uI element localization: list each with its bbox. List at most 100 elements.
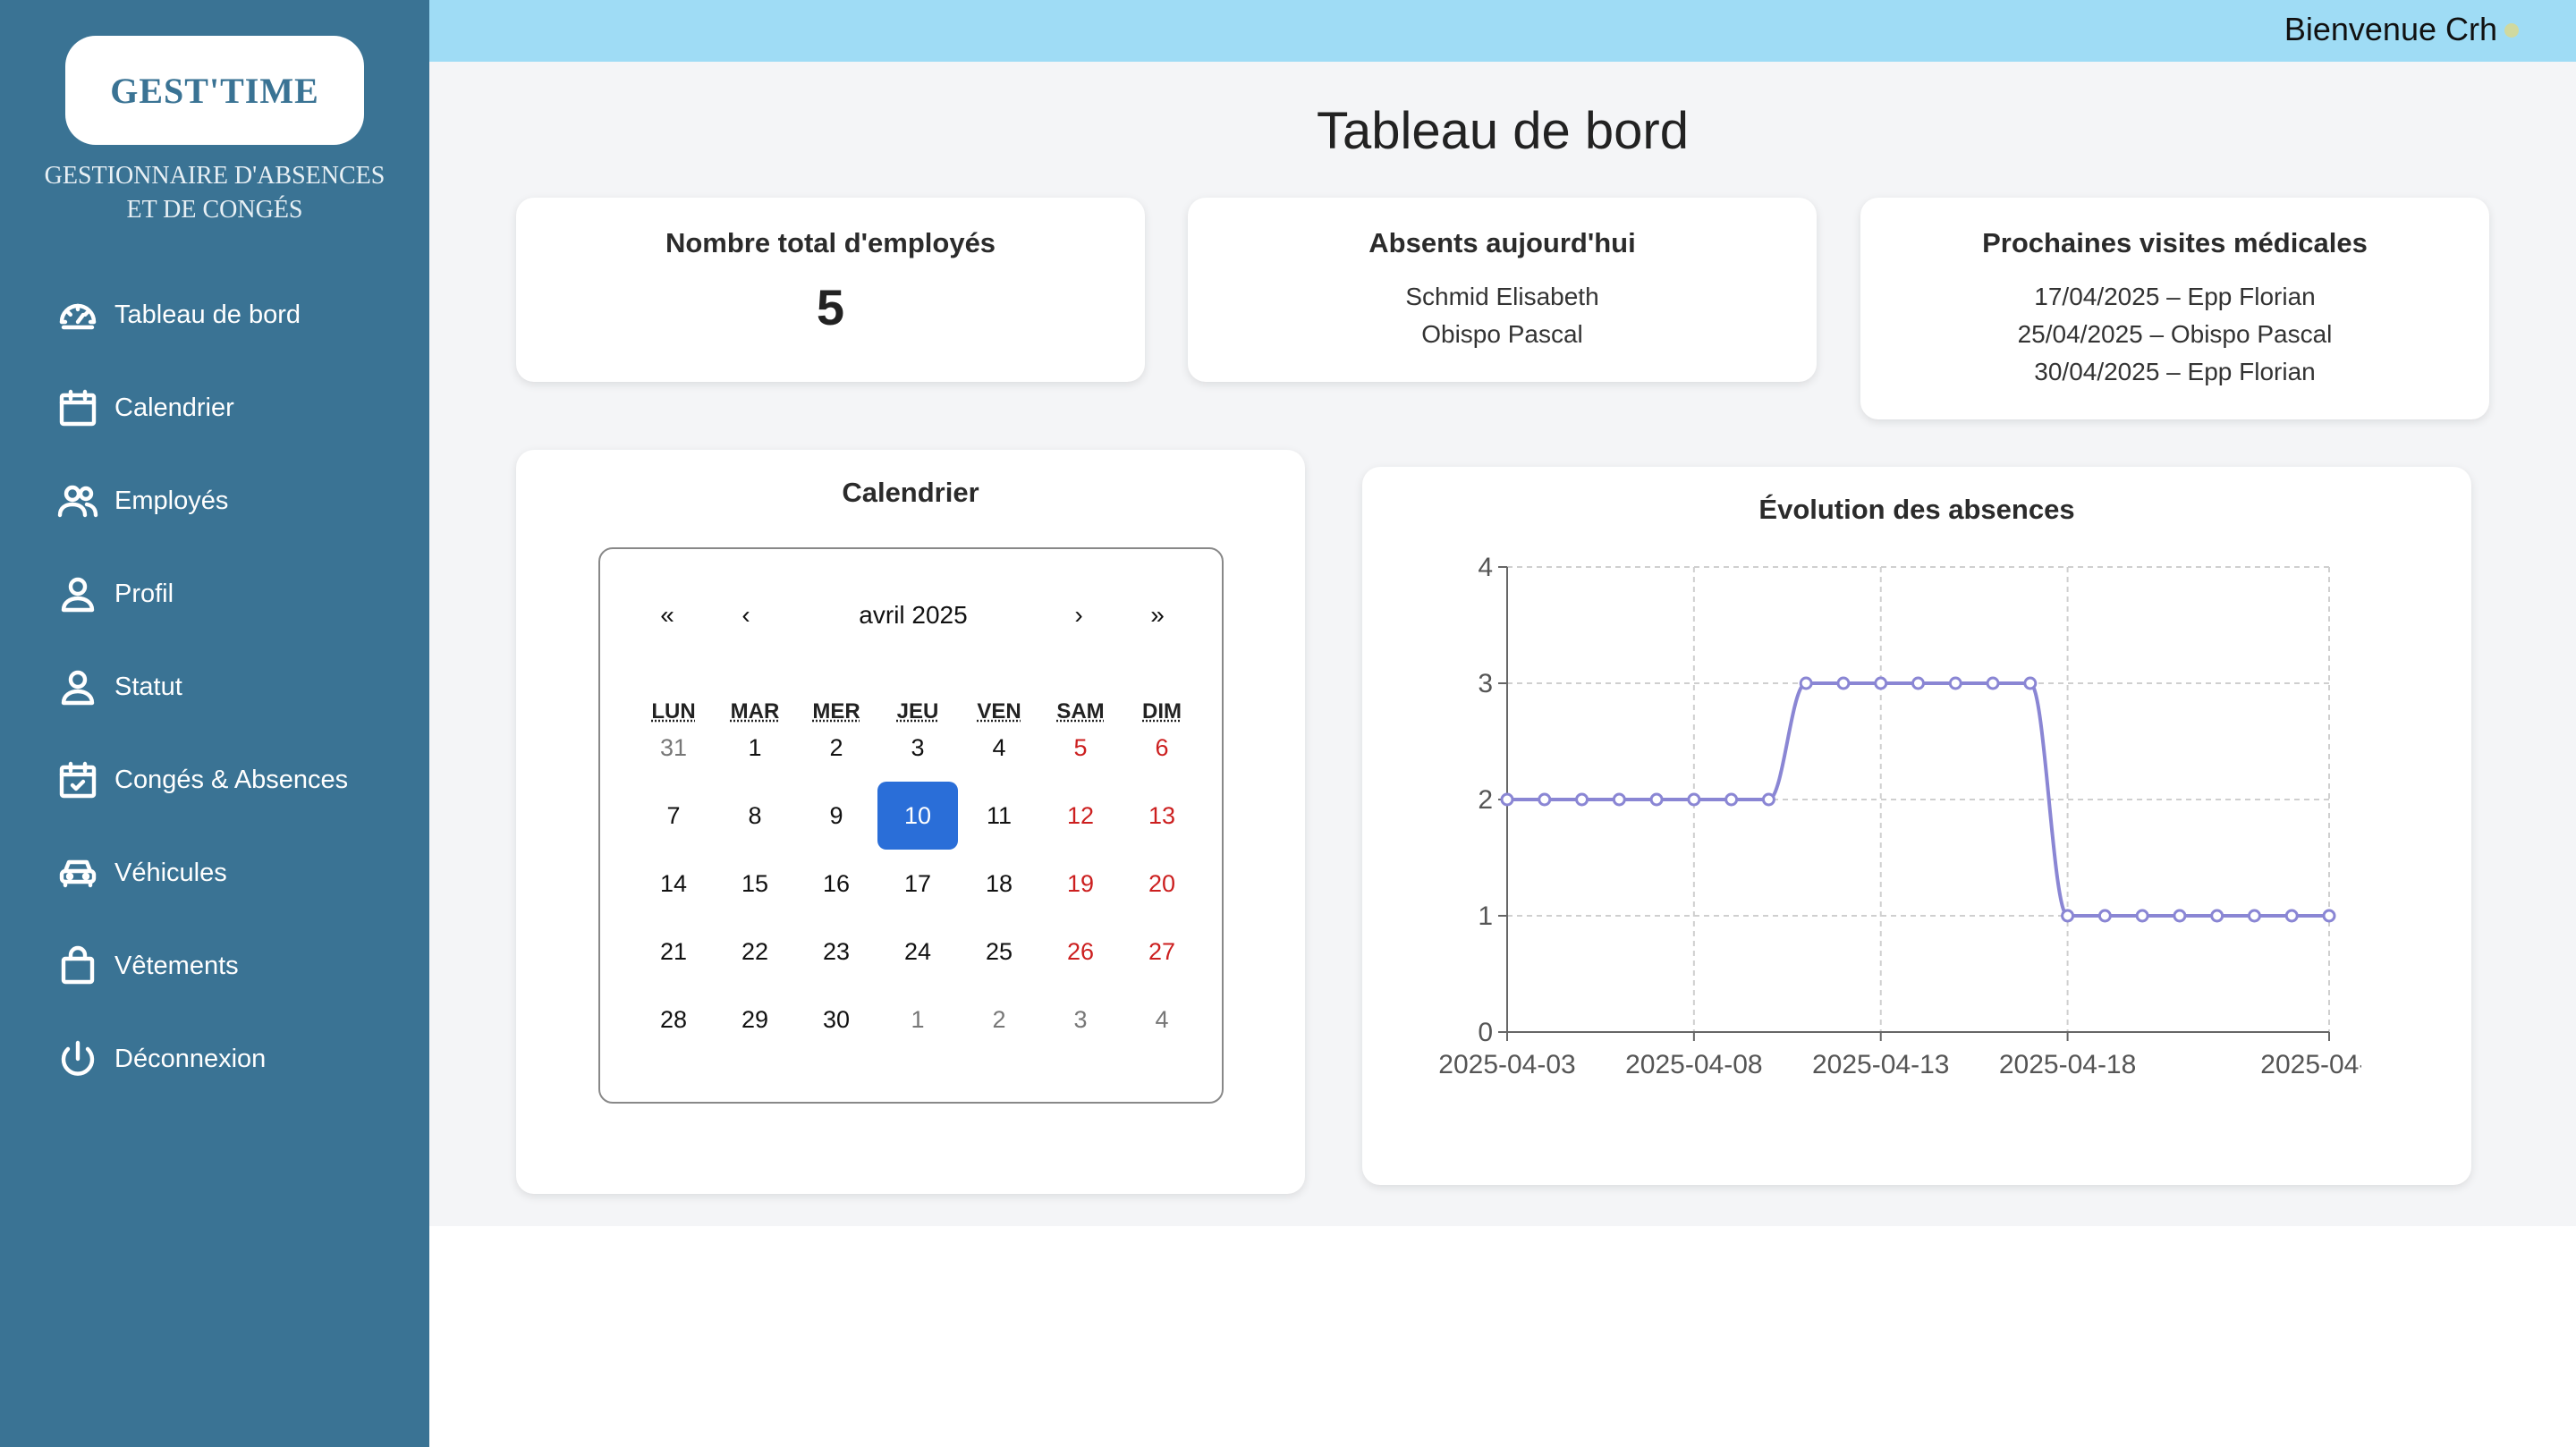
calendar-day[interactable]: 2: [796, 714, 877, 782]
calendar-day[interactable]: 9: [796, 782, 877, 850]
calendar-month-label[interactable]: avril 2025: [779, 601, 1047, 630]
users-icon: [55, 478, 100, 523]
calendar-day[interactable]: 8: [715, 782, 795, 850]
calendar-day[interactable]: 5: [1040, 714, 1121, 782]
calendar-day[interactable]: 22: [715, 918, 795, 986]
calendar-widget: « ‹ avril 2025 › » LUN MAR MER JEU VEN SAM DIM…: [598, 547, 1224, 1104]
user-icon: [55, 664, 100, 709]
calendar-day[interactable]: 16: [796, 850, 877, 918]
calendar-day[interactable]: 17: [877, 850, 958, 918]
calendar-day[interactable]: 30: [796, 986, 877, 1054]
calendar-day[interactable]: 1: [715, 714, 795, 782]
calendar-day[interactable]: 4: [1122, 986, 1202, 1054]
x-tick-label: 2025-04-08: [1625, 1050, 1762, 1079]
x-tick-label: 2025-04-25: [2260, 1050, 2361, 1079]
calendar-day[interactable]: 24: [877, 918, 958, 986]
y-tick-label: 0: [1478, 1018, 1493, 1047]
calendar-day[interactable]: 11: [959, 782, 1039, 850]
sidebar-item-leaves[interactable]: Congés & Absences: [0, 733, 429, 826]
page-title: Tableau de bord: [1317, 102, 1689, 160]
data-point: [2322, 909, 2336, 923]
medical-visit-item: 17/04/2025 – Epp Florian: [2034, 283, 2316, 310]
sidebar-item-label: Vêtements: [114, 951, 239, 980]
medical-visits-card: Prochaines visites médicales 17/04/2025 …: [1860, 198, 2489, 419]
x-tick-label: 2025-04-18: [1999, 1050, 2136, 1079]
data-point: [1799, 676, 1813, 690]
sidebar-item-label: Congés & Absences: [114, 765, 349, 794]
calendar-day[interactable]: 3: [1040, 986, 1121, 1054]
calendar-day[interactable]: 20: [1122, 850, 1202, 918]
medical-visit-item: 25/04/2025 – Obispo Pascal: [2017, 320, 2333, 348]
calendar-day[interactable]: 15: [715, 850, 795, 918]
absent-card-title: Absents aujourd'hui: [1368, 227, 1636, 258]
sidebar-item-logout[interactable]: Déconnexion: [0, 1012, 429, 1105]
calendar-day[interactable]: 31: [633, 714, 714, 782]
employees-count: 5: [816, 279, 845, 335]
sidebar-item-label: Véhicules: [114, 858, 227, 887]
dashboard-icon: [55, 292, 100, 337]
sidebar-nav: Tableau de bord Calendrier Employés Prof…: [0, 268, 429, 1105]
power-icon: [55, 1037, 100, 1081]
data-point: [1948, 676, 1962, 690]
calendar-day[interactable]: 6: [1122, 714, 1202, 782]
calendar-day[interactable]: 18: [959, 850, 1039, 918]
calendar-day[interactable]: 3: [877, 714, 958, 782]
data-point: [1575, 792, 1589, 807]
car-icon: [55, 850, 100, 895]
data-point: [1538, 792, 1552, 807]
sidebar-item-dashboard[interactable]: Tableau de bord: [0, 268, 429, 361]
chart-title: Évolution des absences: [1758, 494, 2075, 525]
sidebar-item-label: Tableau de bord: [114, 300, 301, 329]
calendar-day[interactable]: 4: [959, 714, 1039, 782]
data-point: [1649, 792, 1664, 807]
calendar-day[interactable]: 27: [1122, 918, 1202, 986]
calendar-day[interactable]: 13: [1122, 782, 1202, 850]
data-point: [2173, 909, 2187, 923]
data-point: [2061, 909, 2075, 923]
user-icon: [55, 571, 100, 616]
bag-icon: [55, 944, 100, 988]
calendar-day[interactable]: 21: [633, 918, 714, 986]
prev-month-button[interactable]: ‹: [724, 601, 768, 630]
calendar-day[interactable]: 29: [715, 986, 795, 1054]
tagline-line-2: ET DE CONGÉS: [126, 196, 303, 224]
data-point: [1986, 676, 2000, 690]
calendar-card-title: Calendrier: [842, 477, 979, 508]
data-point: [2097, 909, 2112, 923]
y-tick-label: 4: [1478, 553, 1493, 582]
employees-card-title: Nombre total d'employés: [665, 227, 996, 258]
data-point: [1761, 792, 1775, 807]
app-tagline: GESTIONNAIRE D'ABSENCES ET DE CONGÉS: [18, 159, 411, 227]
calendar-day[interactable]: 23: [796, 918, 877, 986]
calendar-day[interactable]: 28: [633, 986, 714, 1054]
sidebar-item-status[interactable]: Statut: [0, 640, 429, 733]
prev-year-button[interactable]: «: [645, 601, 690, 630]
sidebar-item-calendar[interactable]: Calendrier: [0, 361, 429, 454]
next-month-button[interactable]: ›: [1056, 601, 1101, 630]
calendar-day-selected[interactable]: 10: [877, 782, 958, 850]
y-tick-label: 3: [1478, 669, 1493, 698]
calendar-day[interactable]: 1: [877, 986, 958, 1054]
sidebar-item-profile[interactable]: Profil: [0, 547, 429, 640]
calendar-day[interactable]: 7: [633, 782, 714, 850]
status-dot: [2504, 23, 2519, 38]
tagline-line-1: GESTIONNAIRE D'ABSENCES: [44, 162, 386, 190]
calendar-icon: [55, 385, 100, 430]
data-point: [2023, 676, 2038, 690]
calendar-day[interactable]: 19: [1040, 850, 1121, 918]
x-tick-label: 2025-04-13: [1812, 1050, 1949, 1079]
calendar-day[interactable]: 14: [633, 850, 714, 918]
calendar-day[interactable]: 25: [959, 918, 1039, 986]
sidebar-item-employees[interactable]: Employés: [0, 454, 429, 547]
x-tick-label: 2025-04-03: [1438, 1050, 1575, 1079]
sidebar-item-clothing[interactable]: Vêtements: [0, 919, 429, 1012]
sidebar-item-label: Déconnexion: [114, 1044, 267, 1073]
calendar-day[interactable]: 2: [959, 986, 1039, 1054]
logo[interactable]: GEST'TIME: [65, 36, 364, 145]
calendar-day[interactable]: 12: [1040, 782, 1121, 850]
calendar-check-icon: [55, 757, 100, 802]
sidebar-item-vehicles[interactable]: Véhicules: [0, 826, 429, 919]
data-point: [1911, 676, 1925, 690]
next-year-button[interactable]: »: [1135, 601, 1180, 630]
calendar-day[interactable]: 26: [1040, 918, 1121, 986]
